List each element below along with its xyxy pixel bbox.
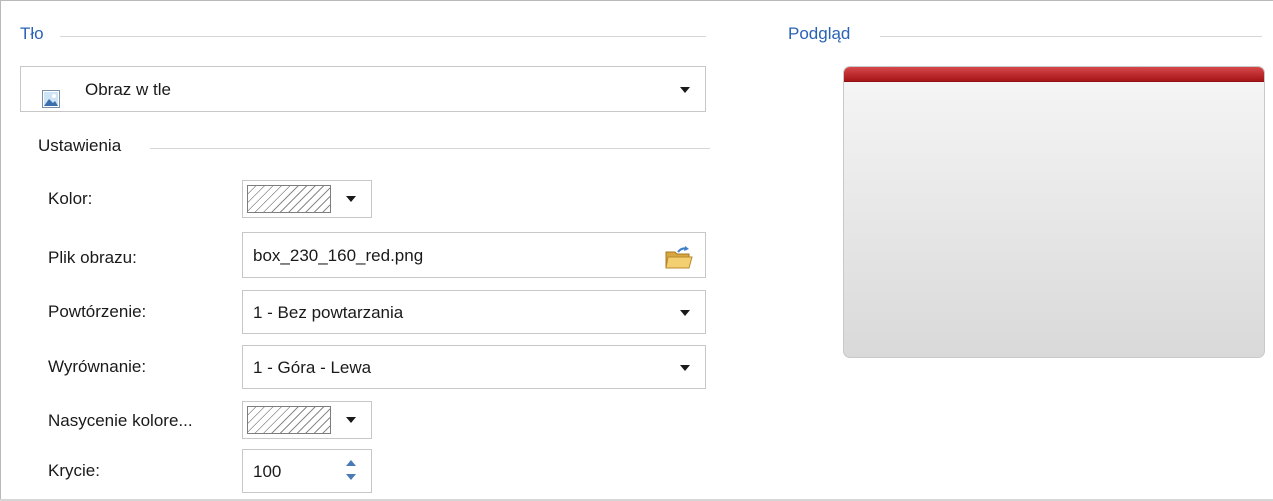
chevron-down-icon	[346, 196, 356, 202]
chevron-down-icon	[680, 365, 690, 371]
saturation-label: Nasycenie kolore...	[48, 411, 193, 430]
chevron-down-icon	[680, 87, 690, 93]
alignment-value: 1 - Góra - Lewa	[253, 358, 372, 377]
color-swatch	[247, 185, 331, 213]
color-picker[interactable]	[242, 180, 372, 218]
opacity-value: 100	[253, 462, 282, 481]
alignment-label: Wyrównanie:	[48, 357, 147, 376]
preview-box	[843, 66, 1265, 358]
open-folder-icon[interactable]	[664, 243, 694, 269]
background-type-value: Obraz w tle	[85, 80, 171, 99]
image-file-label: Plik obrazu:	[48, 248, 137, 267]
settings-title: Ustawienia	[38, 136, 128, 156]
image-file-value: box_230_160_red.png	[253, 246, 424, 265]
background-group-divider	[60, 36, 706, 37]
preview-box-header	[844, 67, 1264, 82]
image-file-input[interactable]: box_230_160_red.png	[242, 232, 706, 278]
repeat-dropdown[interactable]: 1 - Bez powtarzania	[242, 290, 706, 334]
image-icon	[42, 80, 60, 108]
repeat-value: 1 - Bez powtarzania	[253, 303, 404, 322]
frame-border-left	[0, 0, 1, 501]
frame-border-top	[0, 0, 1273, 1]
opacity-label: Krycie:	[48, 461, 100, 480]
saturation-swatch	[247, 406, 331, 434]
chevron-down-icon	[680, 310, 690, 316]
settings-divider	[150, 148, 710, 149]
opacity-spinner[interactable]: 100	[242, 449, 372, 493]
background-group-title: Tło	[20, 24, 50, 44]
preview-group-divider	[880, 36, 1262, 37]
color-label: Kolor:	[48, 189, 93, 208]
spin-down-icon[interactable]	[346, 474, 356, 480]
repeat-label: Powtórzenie:	[48, 302, 147, 321]
chevron-down-icon	[346, 417, 356, 423]
spin-up-icon[interactable]	[346, 460, 356, 466]
preview-group-title: Podgląd	[788, 24, 857, 44]
background-type-dropdown[interactable]: Obraz w tle	[20, 66, 706, 112]
alignment-dropdown[interactable]: 1 - Góra - Lewa	[242, 345, 706, 389]
saturation-picker[interactable]	[242, 401, 372, 439]
